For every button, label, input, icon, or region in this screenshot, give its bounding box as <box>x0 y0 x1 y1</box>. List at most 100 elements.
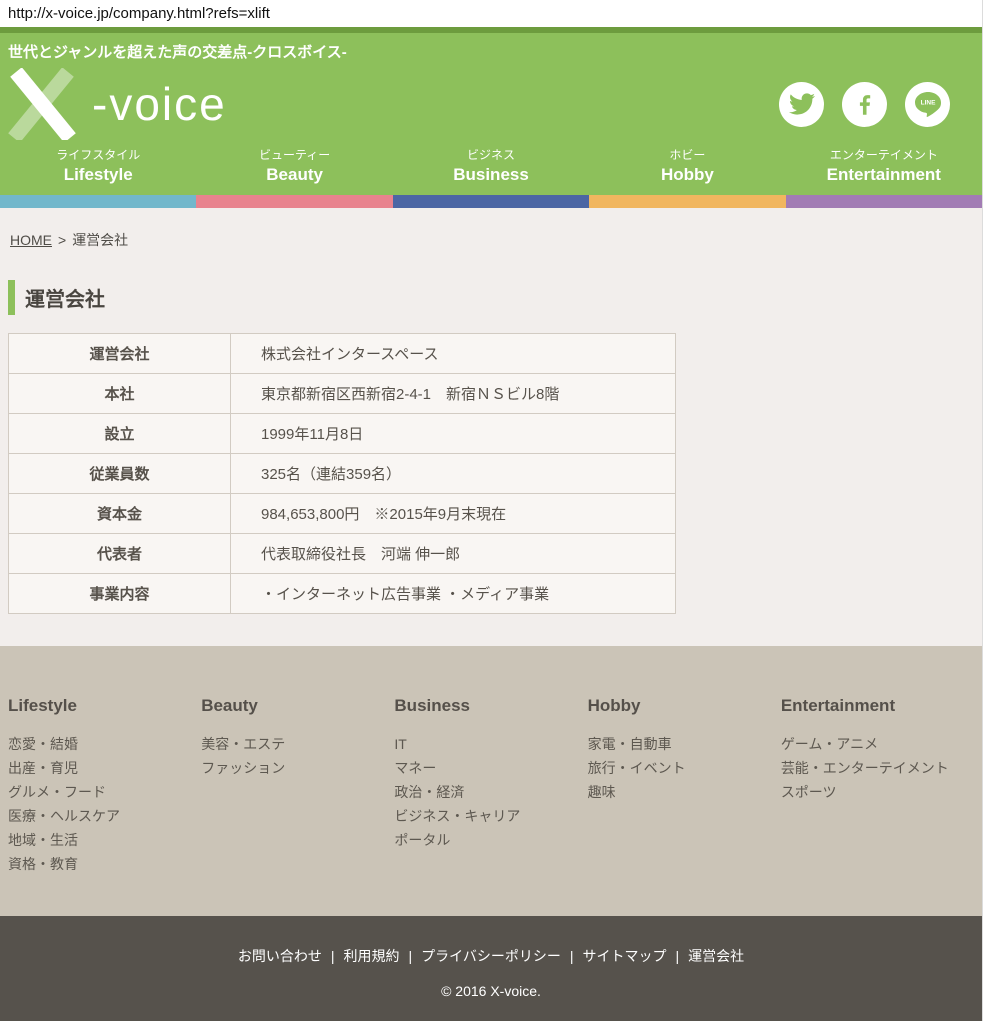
breadcrumb-current: 運営会社 <box>72 232 128 248</box>
breadcrumb: HOME > 運営会社 <box>10 230 974 250</box>
nav-label-jp: エンターテイメント <box>786 146 982 163</box>
nav-label-en: Beauty <box>196 165 392 185</box>
nav-label-jp: ビジネス <box>393 146 589 163</box>
company-info-table: 運営会社 株式会社インタースペース 本社 東京都新宿区西新宿2-4-1 新宿ＮＳ… <box>8 333 676 614</box>
footer-column-title: Entertainment <box>781 696 974 716</box>
line-icon-label: LINE <box>920 100 935 107</box>
footer-link[interactable]: ゲーム・アニメ <box>781 732 974 756</box>
nav-underline-lifestyle <box>0 195 196 208</box>
table-row: 資本金 984,653,800円 ※2015年9月末現在 <box>9 494 676 534</box>
footer-link[interactable]: 家電・自動車 <box>588 732 781 756</box>
footer-column-hobby: Hobby 家電・自動車 旅行・イベント 趣味 <box>588 696 781 916</box>
twitter-button[interactable] <box>779 82 824 127</box>
site-logo[interactable]: -voice <box>6 68 227 140</box>
row-value: ・インターネット広告事業 ・メディア事業 <box>231 574 676 614</box>
footer-column-lifestyle: Lifestyle 恋愛・結婚 出産・育児 グルメ・フード 医療・ヘルスケア 地… <box>8 696 201 916</box>
footer-link[interactable]: ポータル <box>394 828 587 852</box>
line-button[interactable]: LINE <box>905 82 950 127</box>
copyright: © 2016 X-voice. <box>0 983 982 999</box>
nav-item-entertainment[interactable]: エンターテイメント Entertainment <box>786 146 982 185</box>
link-separator: | <box>331 948 335 964</box>
row-label: 事業内容 <box>9 574 231 614</box>
link-separator: | <box>676 948 680 964</box>
footer-bottom-links: お問い合わせ | 利用規約 | プライバシーポリシー | サイトマップ | 運営会社 <box>0 946 982 966</box>
main-content: HOME > 運営会社 運営会社 運営会社 株式会社インタースペース 本社 東京都新… <box>0 208 982 646</box>
footer-column-business: Business IT マネー 政治・経済 ビジネス・キャリア ポータル <box>394 696 587 916</box>
breadcrumb-separator: > <box>58 232 66 248</box>
nav-label-jp: ライフスタイル <box>0 146 196 163</box>
browser-url[interactable]: http://x-voice.jp/company.html?refs=xlif… <box>0 0 982 27</box>
social-links: LINE <box>779 82 950 127</box>
logo-text: -voice <box>92 81 227 127</box>
footer-link[interactable]: 資格・教育 <box>8 852 201 876</box>
nav-label-en: Business <box>393 165 589 185</box>
footer-column-title: Hobby <box>588 696 781 716</box>
main-nav: ライフスタイル Lifestyle ビューティー Beauty ビジネス Bus… <box>0 142 982 195</box>
footer-link[interactable]: 医療・ヘルスケア <box>8 804 201 828</box>
nav-item-hobby[interactable]: ホビー Hobby <box>589 146 785 185</box>
row-value: 株式会社インタースペース <box>231 334 676 374</box>
nav-label-jp: ビューティー <box>196 146 392 163</box>
footer-column-title: Beauty <box>201 696 394 716</box>
site-header: 世代とジャンルを超えた声の交差点-クロスボイス- -voice <box>0 27 982 208</box>
nav-item-beauty[interactable]: ビューティー Beauty <box>196 146 392 185</box>
row-label: 代表者 <box>9 534 231 574</box>
footer-column-entertainment: Entertainment ゲーム・アニメ 芸能・エンターテイメント スポーツ <box>781 696 974 916</box>
table-row: 事業内容 ・インターネット広告事業 ・メディア事業 <box>9 574 676 614</box>
footer-link[interactable]: マネー <box>394 756 587 780</box>
nav-item-business[interactable]: ビジネス Business <box>393 146 589 185</box>
footer-link[interactable]: 旅行・イベント <box>588 756 781 780</box>
footer-bottom-link-company[interactable]: 運営会社 <box>688 948 744 964</box>
footer-link[interactable]: グルメ・フード <box>8 780 201 804</box>
nav-label-en: Hobby <box>589 165 785 185</box>
footer-link[interactable]: ファッション <box>201 756 394 780</box>
row-label: 運営会社 <box>9 334 231 374</box>
footer-column-beauty: Beauty 美容・エステ ファッション <box>201 696 394 916</box>
nav-label-jp: ホビー <box>589 146 785 163</box>
footer-column-title: Lifestyle <box>8 696 201 716</box>
nav-item-lifestyle[interactable]: ライフスタイル Lifestyle <box>0 146 196 185</box>
footer-link[interactable]: スポーツ <box>781 780 974 804</box>
table-row: 運営会社 株式会社インタースペース <box>9 334 676 374</box>
footer-link[interactable]: 地域・生活 <box>8 828 201 852</box>
line-icon: LINE <box>911 87 945 121</box>
table-row: 設立 1999年11月8日 <box>9 414 676 454</box>
row-value: 325名（連結359名） <box>231 454 676 494</box>
row-label: 本社 <box>9 374 231 414</box>
link-separator: | <box>570 948 574 964</box>
row-value: 代表取締役社長 河端 伸一郎 <box>231 534 676 574</box>
breadcrumb-home-link[interactable]: HOME <box>10 232 52 248</box>
footer-link[interactable]: IT <box>394 732 587 756</box>
footer-bottom-link-terms[interactable]: 利用規約 <box>343 948 399 964</box>
link-separator: | <box>408 948 412 964</box>
twitter-icon <box>789 91 815 117</box>
row-label: 従業員数 <box>9 454 231 494</box>
row-value: 984,653,800円 ※2015年9月末現在 <box>231 494 676 534</box>
table-row: 代表者 代表取締役社長 河端 伸一郎 <box>9 534 676 574</box>
nav-underline-entertainment <box>786 195 982 208</box>
footer-link[interactable]: ビジネス・キャリア <box>394 804 587 828</box>
facebook-button[interactable] <box>842 82 887 127</box>
footer-link[interactable]: 出産・育児 <box>8 756 201 780</box>
nav-colorbar <box>0 195 982 208</box>
footer-link[interactable]: 恋愛・結婚 <box>8 732 201 756</box>
footer-link[interactable]: 趣味 <box>588 780 781 804</box>
row-label: 設立 <box>9 414 231 454</box>
nav-underline-hobby <box>589 195 785 208</box>
footer-bottom-link-privacy[interactable]: プライバシーポリシー <box>421 948 561 964</box>
facebook-icon <box>852 91 878 117</box>
nav-label-en: Lifestyle <box>0 165 196 185</box>
page-title: 運営会社 <box>8 280 974 315</box>
table-row: 本社 東京都新宿区西新宿2-4-1 新宿ＮＳビル8階 <box>9 374 676 414</box>
footer-bottom-link-sitemap[interactable]: サイトマップ <box>583 948 667 964</box>
row-value: 1999年11月8日 <box>231 414 676 454</box>
footer-link[interactable]: 美容・エステ <box>201 732 394 756</box>
table-row: 従業員数 325名（連結359名） <box>9 454 676 494</box>
footer-bottom: お問い合わせ | 利用規約 | プライバシーポリシー | サイトマップ | 運営会社 © 201… <box>0 916 982 1021</box>
footer-link[interactable]: 芸能・エンターテイメント <box>781 756 974 780</box>
page: http://x-voice.jp/company.html?refs=xlif… <box>0 0 983 1021</box>
nav-underline-beauty <box>196 195 392 208</box>
footer-link[interactable]: 政治・経済 <box>394 780 587 804</box>
site-tagline: 世代とジャンルを超えた声の交差点-クロスボイス- <box>0 33 982 64</box>
footer-bottom-link-contact[interactable]: お問い合わせ <box>238 948 322 964</box>
